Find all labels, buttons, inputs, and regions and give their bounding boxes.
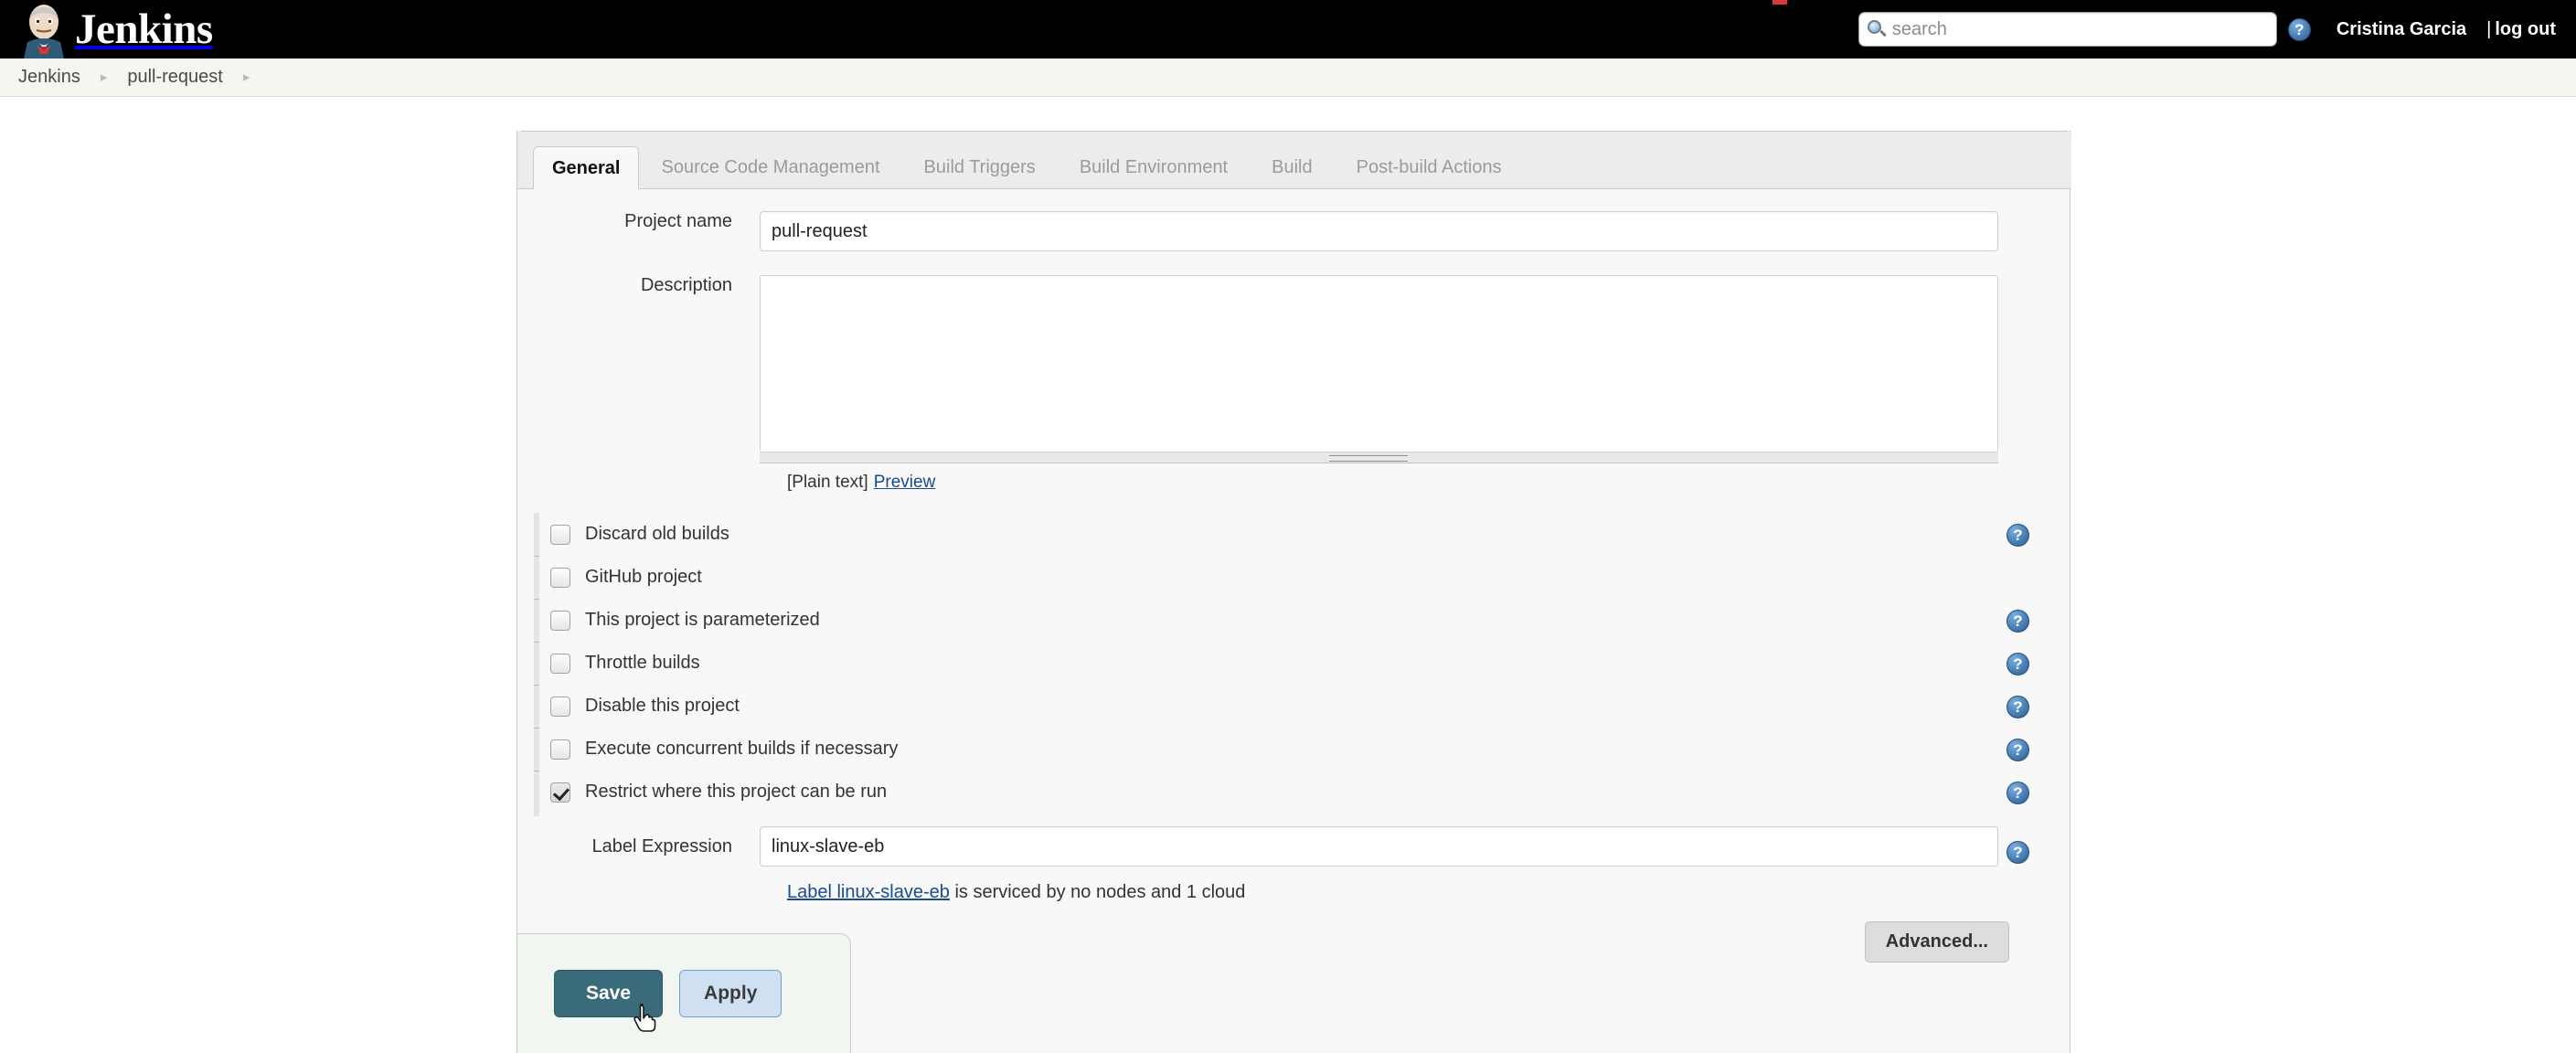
config-tab-bar: General Source Code Management Build Tri… <box>517 131 2071 189</box>
tab-post-build-actions[interactable]: Post-build Actions <box>1335 146 1524 188</box>
header-help-icon[interactable]: ? <box>2287 17 2311 41</box>
top-header-bar: Jenkins ? Cristina Garcia | log out <box>0 0 2576 58</box>
option-label: GitHub project <box>585 567 702 587</box>
breadcrumb: Jenkins ▸ pull-request ▸ <box>0 58 2576 97</box>
brand-title: Jenkins <box>75 5 213 53</box>
help-icon-execute-concurrent-builds[interactable]: ? <box>2007 739 2029 761</box>
option-row-disable-this-project[interactable]: Disable this project <box>538 685 2071 728</box>
label-expression-row: Label Expression <box>517 826 2071 867</box>
option-label: Restrict where this project can be run <box>585 782 888 802</box>
checkbox-restrict-where-project-can-be-run[interactable] <box>550 782 570 803</box>
description-markup-row: [Plain text] Preview <box>787 473 2071 493</box>
logout-link[interactable]: log out <box>2495 19 2556 40</box>
sticky-save-bar: Save Apply <box>517 933 851 1053</box>
option-label: This project is parameterized <box>585 610 820 630</box>
project-name-label: Project name <box>624 211 732 231</box>
checkbox-discard-old-builds[interactable] <box>550 524 570 545</box>
option-row-this-project-is-parameterized[interactable]: This project is parameterized <box>538 599 2071 642</box>
current-user-name: Cristina Garcia <box>2336 18 2467 39</box>
help-icon-discard-old-builds[interactable]: ? <box>2007 524 2029 547</box>
checkbox-throttle-builds[interactable] <box>550 653 570 674</box>
description-label: Description <box>640 275 732 295</box>
help-icon-disable-this-project[interactable]: ? <box>2007 696 2029 718</box>
description-preview-link[interactable]: Preview <box>874 473 936 492</box>
option-row-github-project[interactable]: GitHub project <box>538 556 2071 599</box>
tab-source-code-management[interactable]: Source Code Management <box>639 146 901 188</box>
search-icon <box>1867 19 1887 39</box>
checkbox-github-project[interactable] <box>550 567 570 588</box>
tab-build-environment[interactable]: Build Environment <box>1058 146 1250 188</box>
apply-button[interactable]: Apply <box>679 970 782 1017</box>
option-row-execute-concurrent-builds[interactable]: Execute concurrent builds if necessary <box>538 728 2071 771</box>
project-name-input[interactable] <box>760 211 1998 251</box>
checkbox-disable-this-project[interactable] <box>550 696 570 717</box>
option-label: Disable this project <box>585 696 740 716</box>
search-input[interactable] <box>1889 16 2256 43</box>
description-row: Description <box>517 275 2071 463</box>
label-serviced-note: Label linux-slave-eb is serviced by no n… <box>787 882 2071 903</box>
option-label: Discard old builds <box>585 524 729 544</box>
help-icon-throttle-builds[interactable]: ? <box>2007 653 2029 675</box>
textarea-resize-handle[interactable] <box>760 452 1998 463</box>
option-label: Throttle builds <box>585 653 700 673</box>
description-textarea[interactable] <box>760 275 1998 452</box>
label-serviced-link[interactable]: Label linux-slave-eb <box>787 882 950 902</box>
chevron-right-icon: ▸ <box>100 69 108 85</box>
tab-build-triggers[interactable]: Build Triggers <box>902 146 1058 188</box>
option-row-throttle-builds[interactable]: Throttle builds <box>538 642 2071 685</box>
breadcrumb-item-pull-request[interactable]: pull-request <box>127 67 223 88</box>
project-config-panel: General Source Code Management Build Tri… <box>516 131 2071 1053</box>
option-label: Execute concurrent builds if necessary <box>585 739 899 759</box>
jenkins-home-link[interactable]: Jenkins <box>20 0 213 58</box>
tab-build[interactable]: Build <box>1250 146 1334 188</box>
notification-marker <box>1772 0 1787 5</box>
label-serviced-text: is serviced by no nodes and 1 cloud <box>949 882 1246 902</box>
option-row-restrict-where-project-can-be-run[interactable]: Restrict where this project can be run <box>538 771 2071 814</box>
advanced-button[interactable]: Advanced... <box>1864 921 2009 963</box>
general-form: Project name Description [Plain text] Pre… <box>517 189 2071 963</box>
tab-general[interactable]: General <box>533 146 640 189</box>
help-icon-restrict-where-project-can-be-run[interactable]: ? <box>2007 782 2029 804</box>
help-icon-label-expression[interactable]: ? <box>2007 841 2029 864</box>
plain-text-note: [Plain text] <box>787 473 868 492</box>
description-box <box>760 275 1998 463</box>
label-expression-input[interactable] <box>760 826 1998 867</box>
checkbox-execute-concurrent-builds[interactable] <box>550 739 570 760</box>
project-name-row: Project name <box>517 211 2071 251</box>
breadcrumb-item-jenkins[interactable]: Jenkins <box>18 67 80 88</box>
header-right-cluster: ? Cristina Garcia | log out <box>1857 0 2576 58</box>
logout-separator: | <box>2486 18 2492 39</box>
save-button[interactable]: Save <box>554 970 664 1017</box>
checkbox-this-project-is-parameterized[interactable] <box>550 610 570 631</box>
general-options-block: Discard old builds GitHub project This p… <box>517 513 2071 864</box>
jenkins-butler-logo-icon <box>20 2 68 58</box>
label-expression-label: Label Expression <box>591 835 732 856</box>
search-box[interactable] <box>1857 12 2277 47</box>
option-row-discard-old-builds[interactable]: Discard old builds <box>538 513 2071 556</box>
chevron-right-icon: ▸ <box>242 69 250 85</box>
help-icon-this-project-is-parameterized[interactable]: ? <box>2007 610 2029 633</box>
